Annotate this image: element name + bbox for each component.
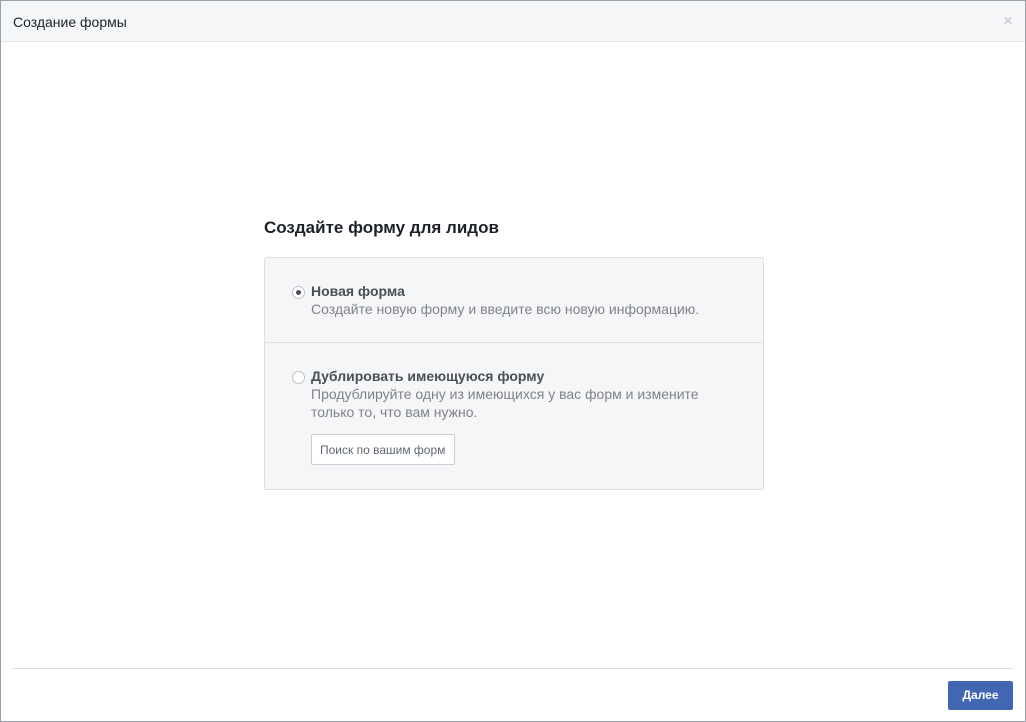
form-options-group: Новая форма Создайте новую форму и введи… — [264, 257, 764, 490]
close-icon[interactable]: × — [999, 12, 1017, 30]
option-label: Новая форма — [311, 283, 405, 299]
page-heading: Создайте форму для лидов — [264, 218, 499, 237]
radio-duplicate-form[interactable] — [292, 371, 305, 384]
option-new-form[interactable]: Новая форма Создайте новую форму и введи… — [265, 258, 763, 342]
radio-new-form[interactable] — [292, 286, 305, 299]
next-button[interactable]: Далее — [948, 681, 1013, 710]
dialog-header: Создание формы × — [1, 1, 1025, 42]
option-description: Продублируйте одну из имеющихся у вас фо… — [311, 386, 699, 420]
dialog-title: Создание формы — [13, 14, 127, 30]
create-form-dialog: Создание формы × Создайте форму для лидо… — [0, 0, 1026, 722]
option-label: Дублировать имеющуюся форму — [311, 368, 545, 384]
footer-divider — [13, 668, 1013, 669]
option-duplicate-form[interactable]: Дублировать имеющуюся форму Продублируйт… — [265, 342, 763, 489]
option-description: Создайте новую форму и введите всю новую… — [311, 301, 700, 317]
search-forms-input[interactable] — [311, 434, 455, 465]
